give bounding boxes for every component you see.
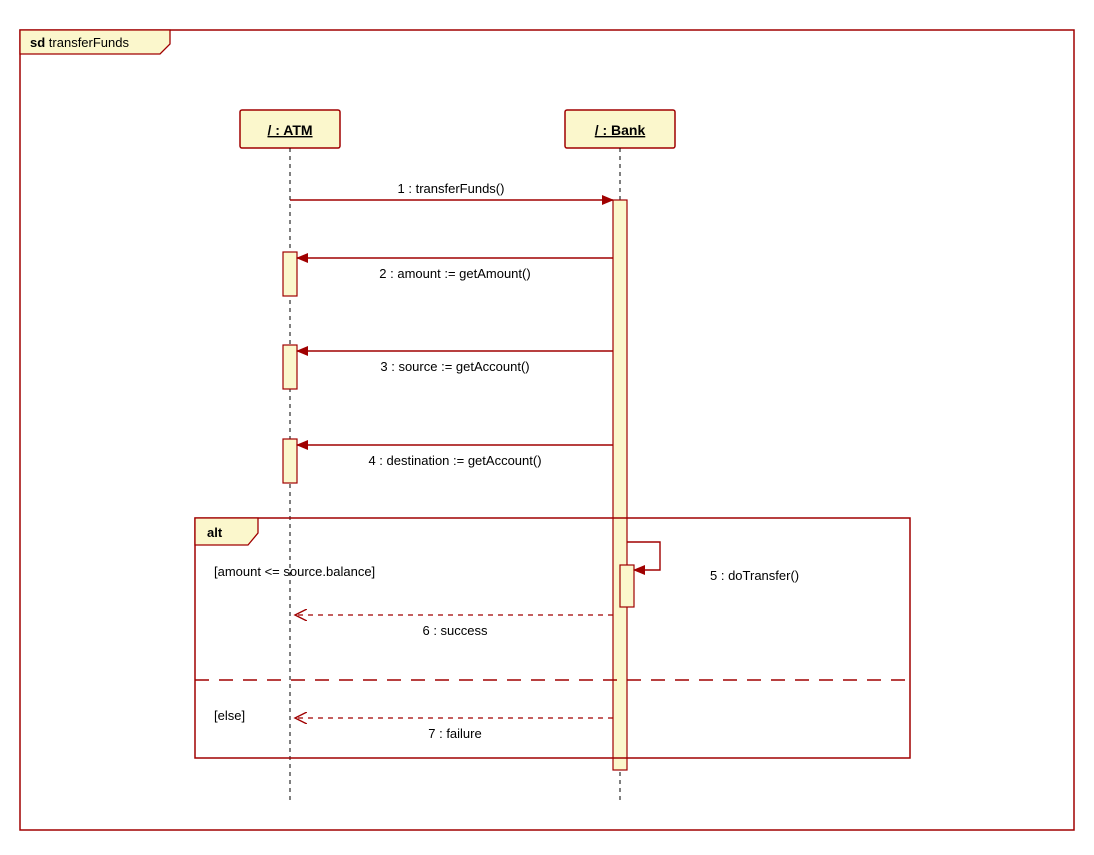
msg-4-label: 4 : destination := getAccount()	[368, 453, 541, 468]
lifeline-atm-label: / : ATM	[267, 122, 312, 138]
msg-3-label: 3 : source := getAccount()	[380, 359, 529, 374]
sequence-diagram: sd transferFunds / : ATM / : Bank 1 : tr…	[0, 0, 1094, 855]
msg-1-label: 1 : transferFunds()	[398, 181, 505, 196]
activation-bank-self	[620, 565, 634, 607]
msg-5-label: 5 : doTransfer()	[710, 568, 799, 583]
msg-2-label: 2 : amount := getAmount()	[379, 266, 530, 281]
sd-frame-label: sd transferFunds	[30, 35, 129, 50]
activation-bank-main	[613, 200, 627, 770]
msg-6-label: 6 : success	[422, 623, 488, 638]
msg-7-label: 7 : failure	[428, 726, 481, 741]
alt-guard-1: [amount <= source.balance]	[214, 564, 375, 579]
activation-atm-4	[283, 439, 297, 483]
lifeline-bank-label: / : Bank	[595, 122, 646, 138]
sd-frame	[20, 30, 1074, 830]
activation-atm-3	[283, 345, 297, 389]
activation-atm-2	[283, 252, 297, 296]
alt-guard-2: [else]	[214, 708, 245, 723]
alt-frame-tab	[195, 518, 258, 545]
alt-frame	[195, 518, 910, 758]
alt-frame-label: alt	[207, 525, 223, 540]
